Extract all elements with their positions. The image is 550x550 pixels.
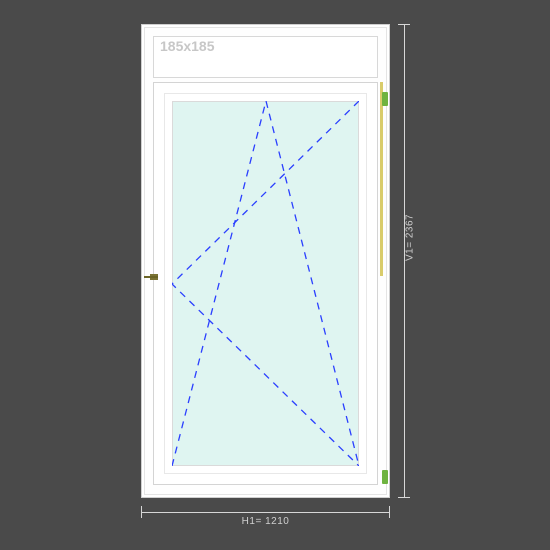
- hinge-marker-top: [382, 92, 388, 106]
- window-handle: [150, 274, 158, 280]
- dimension-horizontal-label: H1= 1210: [141, 516, 390, 527]
- dimension-horizontal-bar: [141, 512, 390, 513]
- tilt-opening-lines: [172, 101, 359, 466]
- hinge-marker-bottom: [382, 470, 388, 484]
- turn-opening-lines: [172, 101, 359, 466]
- dimension-vertical-label: V1= 2367: [405, 214, 416, 261]
- dimension-vertical-tick-bottom: [398, 497, 410, 498]
- canvas: 185x185 H1= 1210 V1= 2367: [0, 0, 550, 550]
- dimension-horizontal: H1= 1210: [141, 506, 390, 520]
- roller-rail: [380, 82, 383, 276]
- dimension-vertical: V1= 2367: [398, 24, 412, 498]
- opening-direction-overlay: [172, 101, 359, 466]
- transom-size-label: 185x185: [160, 38, 215, 54]
- dimension-vertical-tick-top: [398, 24, 410, 25]
- dimension-vertical-bar: [404, 24, 405, 498]
